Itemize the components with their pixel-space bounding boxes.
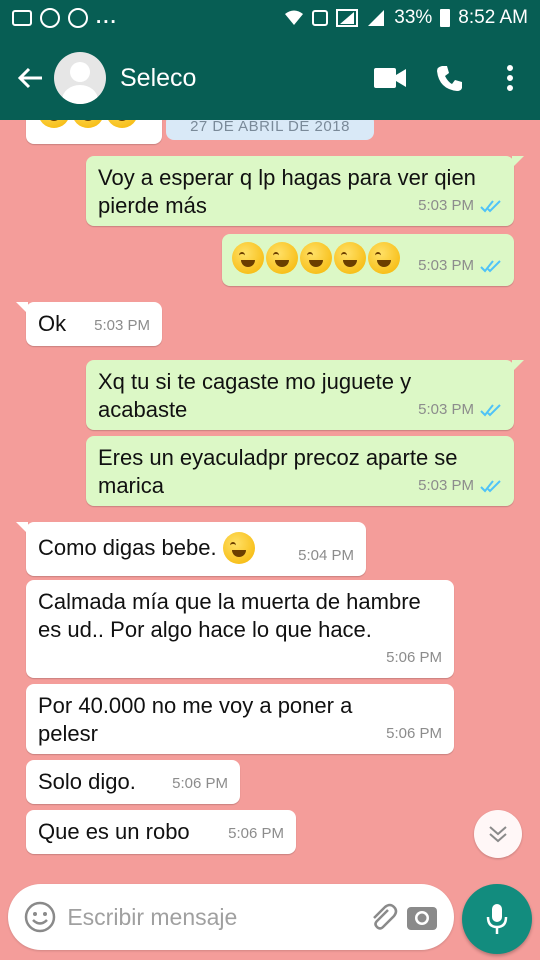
mic-icon	[486, 904, 508, 934]
message-text: Por 40.000 no me voy a poner a pelesr	[38, 693, 353, 746]
message-time: 5:03 PM	[418, 401, 474, 418]
message-out-emoji[interactable]: 5:03 PM	[222, 234, 514, 286]
more-options-button[interactable]	[480, 48, 540, 108]
battery-icon	[440, 9, 451, 27]
paperclip-icon	[373, 903, 398, 930]
message-in[interactable]: Como digas bebe. 5:04 PM	[16, 522, 366, 576]
chat-header: Seleco	[0, 36, 540, 120]
message-meta: 5:03 PM	[418, 472, 502, 500]
message-text: Calmada mía que la muerta de hambre es u…	[38, 589, 421, 642]
message-time: 5:03 PM	[418, 197, 474, 214]
phone-icon	[437, 66, 462, 91]
laughing-emoji-icon	[38, 120, 70, 128]
laughing-emoji-icon	[334, 242, 366, 274]
message-out[interactable]: Voy a esperar q lp hagas para ver qien p…	[86, 156, 524, 226]
message-text: Como digas bebe.	[38, 535, 217, 560]
more-notifications: ...	[96, 7, 118, 28]
kissing-face-icon	[222, 532, 255, 564]
message-meta: 5:03 PM	[418, 396, 502, 424]
message-in[interactable]: Ok 5:03 PM	[16, 302, 162, 346]
message-time: 5:03 PM	[418, 477, 474, 494]
status-right: 33% 8:52 AM	[284, 7, 528, 29]
more-vert-icon	[507, 65, 513, 91]
message-time: 5:06 PM	[386, 725, 442, 742]
bubble-tail	[512, 360, 524, 372]
message-time: 5:06 PM	[172, 775, 228, 792]
bubble-tail	[16, 522, 28, 534]
chevron-double-down-icon	[489, 826, 507, 843]
signal-icon-2	[368, 10, 385, 26]
laughing-emoji-icon	[232, 242, 264, 274]
message-meta: 5:06 PM	[386, 644, 442, 672]
message-time: 5:03 PM	[94, 317, 150, 334]
message-meta: 5:04 PM	[298, 542, 354, 570]
laughing-emoji-icon	[300, 242, 332, 274]
laughing-emoji-icon	[106, 120, 138, 128]
message-time: 5:04 PM	[298, 547, 354, 564]
message-out[interactable]: Eres un eyaculadpr precoz aparte se mari…	[86, 436, 514, 506]
avatar-head	[70, 62, 90, 82]
message-in[interactable]: Calmada mía que la muerta de hambre es u…	[26, 580, 454, 678]
camera-button[interactable]	[403, 895, 442, 939]
camera-icon	[407, 907, 438, 930]
contact-avatar[interactable]	[54, 52, 106, 104]
message-time: 5:03 PM	[418, 257, 474, 274]
whatsapp-notification-icon-2	[68, 8, 88, 28]
laughing-emoji-icon	[72, 120, 104, 128]
message-meta: 5:06 PM	[228, 820, 284, 848]
bubble-tail	[16, 302, 28, 314]
input-bar	[0, 866, 540, 960]
signal-icon	[336, 9, 359, 27]
message-meta: 5:03 PM	[94, 312, 150, 340]
whatsapp-notification-icon	[40, 8, 60, 28]
laughing-emoji-icon	[368, 242, 400, 274]
video-call-icon	[374, 68, 406, 88]
message-in[interactable]: Solo digo. 5:06 PM	[26, 760, 240, 804]
voice-call-button[interactable]	[420, 48, 480, 108]
bubble-tail	[512, 156, 524, 168]
chat-area: 27 DE ABRIL DE 2018 Voy a esperar q lp h…	[0, 120, 540, 866]
gallery-notification-icon	[12, 10, 32, 26]
emoji-row	[38, 120, 140, 128]
message-in[interactable]: Por 40.000 no me voy a poner a pelesr 5:…	[26, 684, 454, 754]
clock: 8:52 AM	[458, 7, 528, 28]
message-in[interactable]: Que es un robo 5:06 PM	[26, 810, 296, 854]
status-left: ...	[12, 7, 118, 29]
message-meta: 5:06 PM	[386, 720, 442, 748]
back-arrow-icon	[17, 67, 42, 89]
emoji-button[interactable]	[20, 895, 59, 939]
message-time: 5:06 PM	[228, 825, 284, 842]
message-meta: 5:06 PM	[172, 770, 228, 798]
message-time: 5:06 PM	[386, 649, 442, 666]
message-out[interactable]: Xq tu si te cagaste mo juguete y acabast…	[86, 360, 524, 430]
message-input-container	[8, 884, 454, 950]
avatar-body	[62, 85, 98, 104]
sim-icon	[312, 10, 329, 26]
video-call-button[interactable]	[360, 48, 420, 108]
message-partial-emoji[interactable]	[26, 120, 162, 144]
wifi-icon	[285, 10, 304, 25]
double-check-icon	[480, 200, 501, 213]
contact-name[interactable]: Seleco	[120, 64, 360, 93]
double-check-icon	[480, 260, 501, 273]
emoji-icon	[24, 901, 55, 933]
date-chip: 27 DE ABRIL DE 2018	[166, 120, 374, 140]
back-button[interactable]	[6, 54, 54, 102]
mic-button[interactable]	[462, 884, 532, 954]
laughing-emoji-icon	[266, 242, 298, 274]
attach-button[interactable]	[363, 895, 402, 939]
status-bar: ... 33% 8:52 AM	[0, 0, 540, 36]
message-meta: 5:03 PM	[418, 252, 502, 280]
message-input[interactable]	[67, 903, 364, 931]
message-meta: 5:03 PM	[418, 192, 502, 220]
scroll-to-bottom-button[interactable]	[474, 810, 522, 858]
battery-percent: 33%	[394, 7, 433, 28]
double-check-icon	[480, 480, 501, 493]
double-check-icon	[480, 404, 501, 417]
